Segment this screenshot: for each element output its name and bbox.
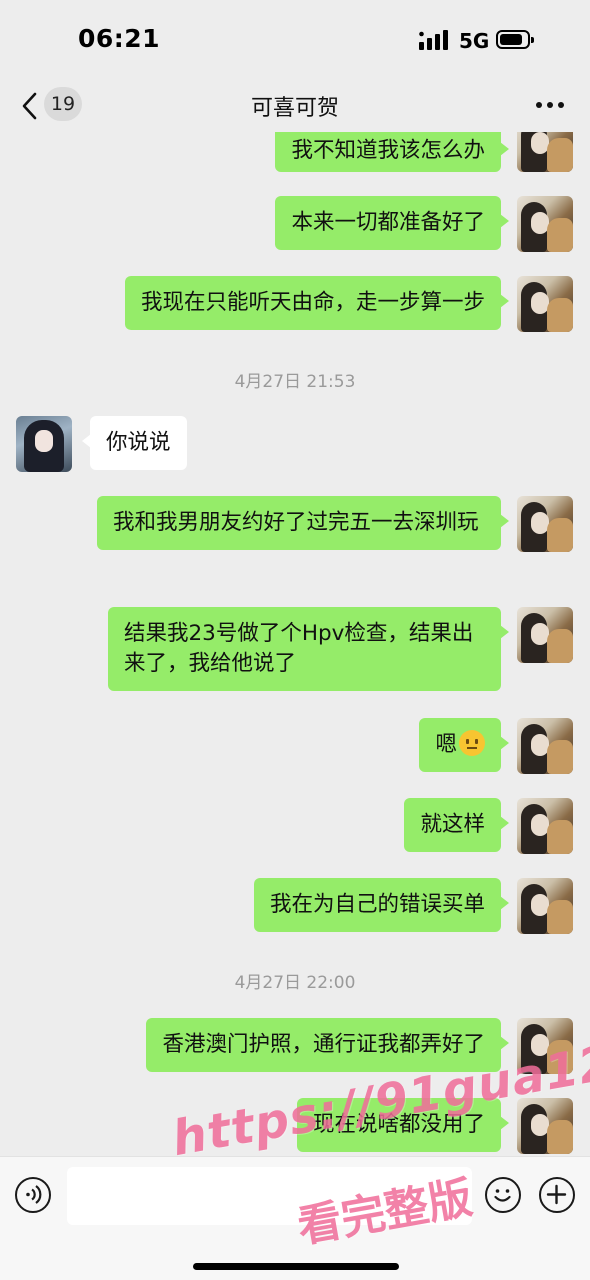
my-avatar[interactable] xyxy=(517,196,573,252)
message-bubble[interactable]: 本来一切都准备好了 xyxy=(275,196,509,250)
more-options-icon[interactable] xyxy=(536,100,566,110)
unread-count-badge[interactable]: 19 xyxy=(44,87,82,121)
battery-icon xyxy=(496,30,534,49)
my-avatar[interactable] xyxy=(517,718,573,774)
message-text: 嗯 xyxy=(435,732,457,757)
back-icon[interactable] xyxy=(20,91,40,121)
my-avatar[interactable] xyxy=(517,496,573,552)
my-avatar[interactable] xyxy=(517,878,573,934)
my-avatar[interactable] xyxy=(517,1098,573,1154)
status-time: 06:21 xyxy=(78,24,161,53)
message-bubble[interactable]: 我和我男朋友约好了过完五一去深圳玩 xyxy=(97,496,509,550)
message-bubble[interactable]: 结果我23号做了个Hpv检查，结果出来了，我给他说了 xyxy=(108,607,509,691)
input-bar xyxy=(0,1156,590,1280)
message-bubble[interactable]: 就这样 xyxy=(404,798,509,852)
message-timestamp: 4月27日 22:00 xyxy=(234,973,356,993)
message-bubble[interactable]: 我现在只能听天由命，走一步算一步 xyxy=(124,276,510,330)
chat-header: 可喜可贺 19 xyxy=(0,80,590,132)
my-avatar[interactable] xyxy=(517,276,573,332)
voice-input-icon[interactable] xyxy=(15,1177,51,1213)
message-list[interactable]: 我不知道我该怎么办 本来一切都准备好了 我现在只能听天由命，走一步算一步 4月2… xyxy=(0,132,590,1156)
home-indicator[interactable] xyxy=(193,1263,399,1270)
message-bubble[interactable]: 我不知道我该怎么办 xyxy=(275,132,509,172)
more-actions-plus-icon[interactable] xyxy=(539,1177,575,1213)
network-type: 5G xyxy=(459,29,490,53)
my-avatar[interactable] xyxy=(517,607,573,663)
message-bubble[interactable]: 嗯 xyxy=(419,718,509,772)
contact-avatar[interactable] xyxy=(16,416,72,472)
neutral-face-emoji-icon xyxy=(459,730,485,756)
my-avatar[interactable] xyxy=(517,798,573,854)
message-bubble[interactable]: 你说说 xyxy=(82,416,187,470)
my-avatar[interactable] xyxy=(517,132,573,172)
message-timestamp: 4月27日 21:53 xyxy=(234,372,356,392)
status-bar: 06:21 5G xyxy=(0,0,590,80)
emoji-picker-icon[interactable] xyxy=(485,1177,521,1213)
chat-title: 可喜可贺 xyxy=(250,96,339,121)
message-bubble[interactable]: 我在为自己的错误买单 xyxy=(253,878,510,932)
signal-icon xyxy=(419,30,448,50)
